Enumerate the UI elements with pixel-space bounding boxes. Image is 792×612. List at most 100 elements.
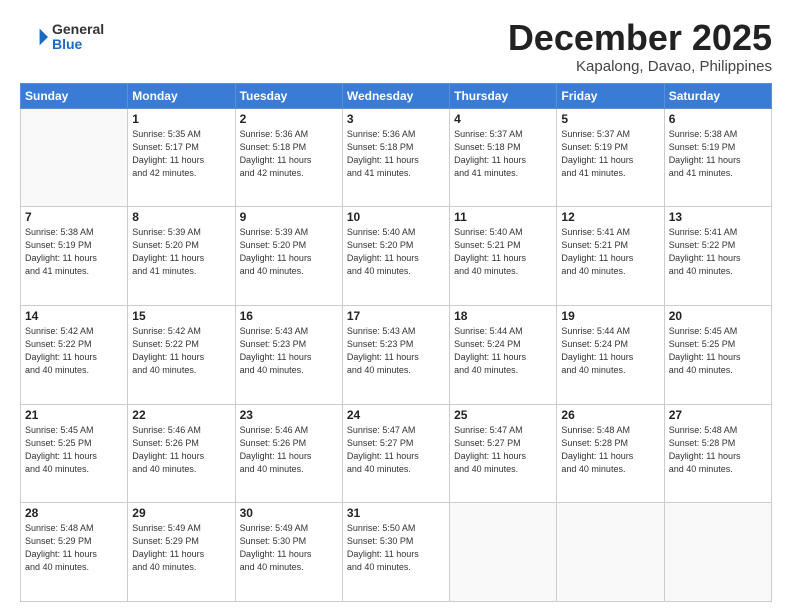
day-number: 25 bbox=[454, 408, 552, 422]
weekday-header-tuesday: Tuesday bbox=[235, 83, 342, 108]
day-number: 31 bbox=[347, 506, 445, 520]
calendar-cell: 4Sunrise: 5:37 AMSunset: 5:18 PMDaylight… bbox=[450, 108, 557, 207]
calendar-cell: 11Sunrise: 5:40 AMSunset: 5:21 PMDayligh… bbox=[450, 207, 557, 306]
calendar-cell bbox=[450, 503, 557, 602]
day-info: Sunrise: 5:48 AMSunset: 5:28 PMDaylight:… bbox=[669, 424, 767, 476]
calendar-cell: 6 Sunrise: 5:38 AMSunset: 5:19 PMDaylight… bbox=[664, 108, 771, 207]
day-info: Sunrise: 5:42 AMSunset: 5:22 PMDaylight:… bbox=[25, 325, 123, 377]
day-number: 14 bbox=[25, 309, 123, 323]
calendar-cell: 3Sunrise: 5:36 AMSunset: 5:18 PMDaylight… bbox=[342, 108, 449, 207]
calendar-cell bbox=[557, 503, 664, 602]
calendar-cell: 14 Sunrise: 5:42 AMSunset: 5:22 PMDayligh… bbox=[21, 305, 128, 404]
weekday-header-saturday: Saturday bbox=[664, 83, 771, 108]
logo: General Blue bbox=[20, 22, 104, 53]
day-number: 8 bbox=[132, 210, 230, 224]
calendar-cell: 31 Sunrise: 5:50 AMSunset: 5:30 PMDayligh… bbox=[342, 503, 449, 602]
calendar-cell: 23 Sunrise: 5:46 AMSunset: 5:26 PMDayligh… bbox=[235, 404, 342, 503]
day-number: 26 bbox=[561, 408, 659, 422]
page: General Blue December 2025 Kapalong, Dav… bbox=[0, 0, 792, 612]
calendar-cell: 1 Sunrise: 5:35 AMSunset: 5:17 PMDaylight… bbox=[128, 108, 235, 207]
day-info: Sunrise: 5:46 AMSunset: 5:26 PMDaylight:… bbox=[132, 424, 230, 476]
calendar-cell: 5 Sunrise: 5:37 AMSunset: 5:19 PMDaylight… bbox=[557, 108, 664, 207]
day-number: 21 bbox=[25, 408, 123, 422]
day-number: 9 bbox=[240, 210, 338, 224]
day-number: 6 bbox=[669, 112, 767, 126]
weekday-header-friday: Friday bbox=[557, 83, 664, 108]
calendar-cell: 29Sunrise: 5:49 AMSunset: 5:29 PMDayligh… bbox=[128, 503, 235, 602]
calendar-cell: 19Sunrise: 5:44 AMSunset: 5:24 PMDayligh… bbox=[557, 305, 664, 404]
day-info: Sunrise: 5:49 AMSunset: 5:30 PMDaylight:… bbox=[240, 522, 338, 574]
day-info: Sunrise: 5:38 AMSunset: 5:19 PMDaylight:… bbox=[669, 128, 767, 180]
calendar-cell: 10 Sunrise: 5:40 AMSunset: 5:20 PMDayligh… bbox=[342, 207, 449, 306]
day-number: 1 bbox=[132, 112, 230, 126]
day-info: Sunrise: 5:39 AMSunset: 5:20 PMDaylight:… bbox=[240, 226, 338, 278]
logo-general: General bbox=[52, 22, 104, 37]
calendar-cell: 25 Sunrise: 5:47 AMSunset: 5:27 PMDayligh… bbox=[450, 404, 557, 503]
calendar-table: SundayMondayTuesdayWednesdayThursdayFrid… bbox=[20, 83, 772, 602]
day-info: Sunrise: 5:41 AMSunset: 5:21 PMDaylight:… bbox=[561, 226, 659, 278]
day-info: Sunrise: 5:40 AMSunset: 5:21 PMDaylight:… bbox=[454, 226, 552, 278]
day-number: 27 bbox=[669, 408, 767, 422]
calendar-cell bbox=[21, 108, 128, 207]
day-number: 10 bbox=[347, 210, 445, 224]
calendar-week-4: 28Sunrise: 5:48 AMSunset: 5:29 PMDayligh… bbox=[21, 503, 772, 602]
calendar-week-2: 14 Sunrise: 5:42 AMSunset: 5:22 PMDayligh… bbox=[21, 305, 772, 404]
calendar-cell: 22Sunrise: 5:46 AMSunset: 5:26 PMDayligh… bbox=[128, 404, 235, 503]
day-number: 30 bbox=[240, 506, 338, 520]
day-number: 13 bbox=[669, 210, 767, 224]
day-info: Sunrise: 5:47 AMSunset: 5:27 PMDaylight:… bbox=[454, 424, 552, 476]
weekday-header-row: SundayMondayTuesdayWednesdayThursdayFrid… bbox=[21, 83, 772, 108]
month-title: December 2025 bbox=[508, 18, 772, 58]
calendar-cell: 18Sunrise: 5:44 AMSunset: 5:24 PMDayligh… bbox=[450, 305, 557, 404]
day-info: Sunrise: 5:39 AMSunset: 5:20 PMDaylight:… bbox=[132, 226, 230, 278]
calendar-cell: 12 Sunrise: 5:41 AMSunset: 5:21 PMDayligh… bbox=[557, 207, 664, 306]
calendar-body: 1 Sunrise: 5:35 AMSunset: 5:17 PMDaylight… bbox=[21, 108, 772, 601]
day-info: Sunrise: 5:43 AMSunset: 5:23 PMDaylight:… bbox=[240, 325, 338, 377]
day-number: 12 bbox=[561, 210, 659, 224]
calendar-cell: 30 Sunrise: 5:49 AMSunset: 5:30 PMDayligh… bbox=[235, 503, 342, 602]
weekday-header-sunday: Sunday bbox=[21, 83, 128, 108]
day-number: 20 bbox=[669, 309, 767, 323]
day-info: Sunrise: 5:47 AMSunset: 5:27 PMDaylight:… bbox=[347, 424, 445, 476]
calendar-cell: 27 Sunrise: 5:48 AMSunset: 5:28 PMDayligh… bbox=[664, 404, 771, 503]
day-info: Sunrise: 5:42 AMSunset: 5:22 PMDaylight:… bbox=[132, 325, 230, 377]
day-info: Sunrise: 5:45 AMSunset: 5:25 PMDaylight:… bbox=[25, 424, 123, 476]
day-info: Sunrise: 5:50 AMSunset: 5:30 PMDaylight:… bbox=[347, 522, 445, 574]
calendar-week-0: 1 Sunrise: 5:35 AMSunset: 5:17 PMDaylight… bbox=[21, 108, 772, 207]
calendar-cell: 7Sunrise: 5:38 AMSunset: 5:19 PMDaylight… bbox=[21, 207, 128, 306]
calendar-cell: 15Sunrise: 5:42 AMSunset: 5:22 PMDayligh… bbox=[128, 305, 235, 404]
day-number: 5 bbox=[561, 112, 659, 126]
day-number: 23 bbox=[240, 408, 338, 422]
logo-text: General Blue bbox=[52, 22, 104, 53]
day-info: Sunrise: 5:41 AMSunset: 5:22 PMDaylight:… bbox=[669, 226, 767, 278]
calendar-cell: 28Sunrise: 5:48 AMSunset: 5:29 PMDayligh… bbox=[21, 503, 128, 602]
calendar-cell: 8 Sunrise: 5:39 AMSunset: 5:20 PMDaylight… bbox=[128, 207, 235, 306]
calendar-cell bbox=[664, 503, 771, 602]
calendar-cell: 17Sunrise: 5:43 AMSunset: 5:23 PMDayligh… bbox=[342, 305, 449, 404]
calendar-cell: 13 Sunrise: 5:41 AMSunset: 5:22 PMDayligh… bbox=[664, 207, 771, 306]
day-info: Sunrise: 5:37 AMSunset: 5:18 PMDaylight:… bbox=[454, 128, 552, 180]
day-info: Sunrise: 5:46 AMSunset: 5:26 PMDaylight:… bbox=[240, 424, 338, 476]
day-info: Sunrise: 5:37 AMSunset: 5:19 PMDaylight:… bbox=[561, 128, 659, 180]
day-info: Sunrise: 5:43 AMSunset: 5:23 PMDaylight:… bbox=[347, 325, 445, 377]
calendar-cell: 9 Sunrise: 5:39 AMSunset: 5:20 PMDaylight… bbox=[235, 207, 342, 306]
day-number: 3 bbox=[347, 112, 445, 126]
location-subtitle: Kapalong, Davao, Philippines bbox=[508, 58, 772, 75]
calendar-cell: 26Sunrise: 5:48 AMSunset: 5:28 PMDayligh… bbox=[557, 404, 664, 503]
calendar-cell: 24 Sunrise: 5:47 AMSunset: 5:27 PMDayligh… bbox=[342, 404, 449, 503]
day-info: Sunrise: 5:45 AMSunset: 5:25 PMDaylight:… bbox=[669, 325, 767, 377]
day-number: 16 bbox=[240, 309, 338, 323]
weekday-header-wednesday: Wednesday bbox=[342, 83, 449, 108]
calendar-week-1: 7Sunrise: 5:38 AMSunset: 5:19 PMDaylight… bbox=[21, 207, 772, 306]
calendar-week-3: 21 Sunrise: 5:45 AMSunset: 5:25 PMDayligh… bbox=[21, 404, 772, 503]
logo-blue: Blue bbox=[52, 37, 104, 52]
calendar-header: SundayMondayTuesdayWednesdayThursdayFrid… bbox=[21, 83, 772, 108]
day-info: Sunrise: 5:44 AMSunset: 5:24 PMDaylight:… bbox=[561, 325, 659, 377]
weekday-header-thursday: Thursday bbox=[450, 83, 557, 108]
title-block: December 2025 Kapalong, Davao, Philippin… bbox=[508, 18, 772, 75]
day-number: 24 bbox=[347, 408, 445, 422]
day-info: Sunrise: 5:35 AMSunset: 5:17 PMDaylight:… bbox=[132, 128, 230, 180]
day-info: Sunrise: 5:40 AMSunset: 5:20 PMDaylight:… bbox=[347, 226, 445, 278]
logo-icon bbox=[20, 23, 48, 51]
weekday-header-monday: Monday bbox=[128, 83, 235, 108]
